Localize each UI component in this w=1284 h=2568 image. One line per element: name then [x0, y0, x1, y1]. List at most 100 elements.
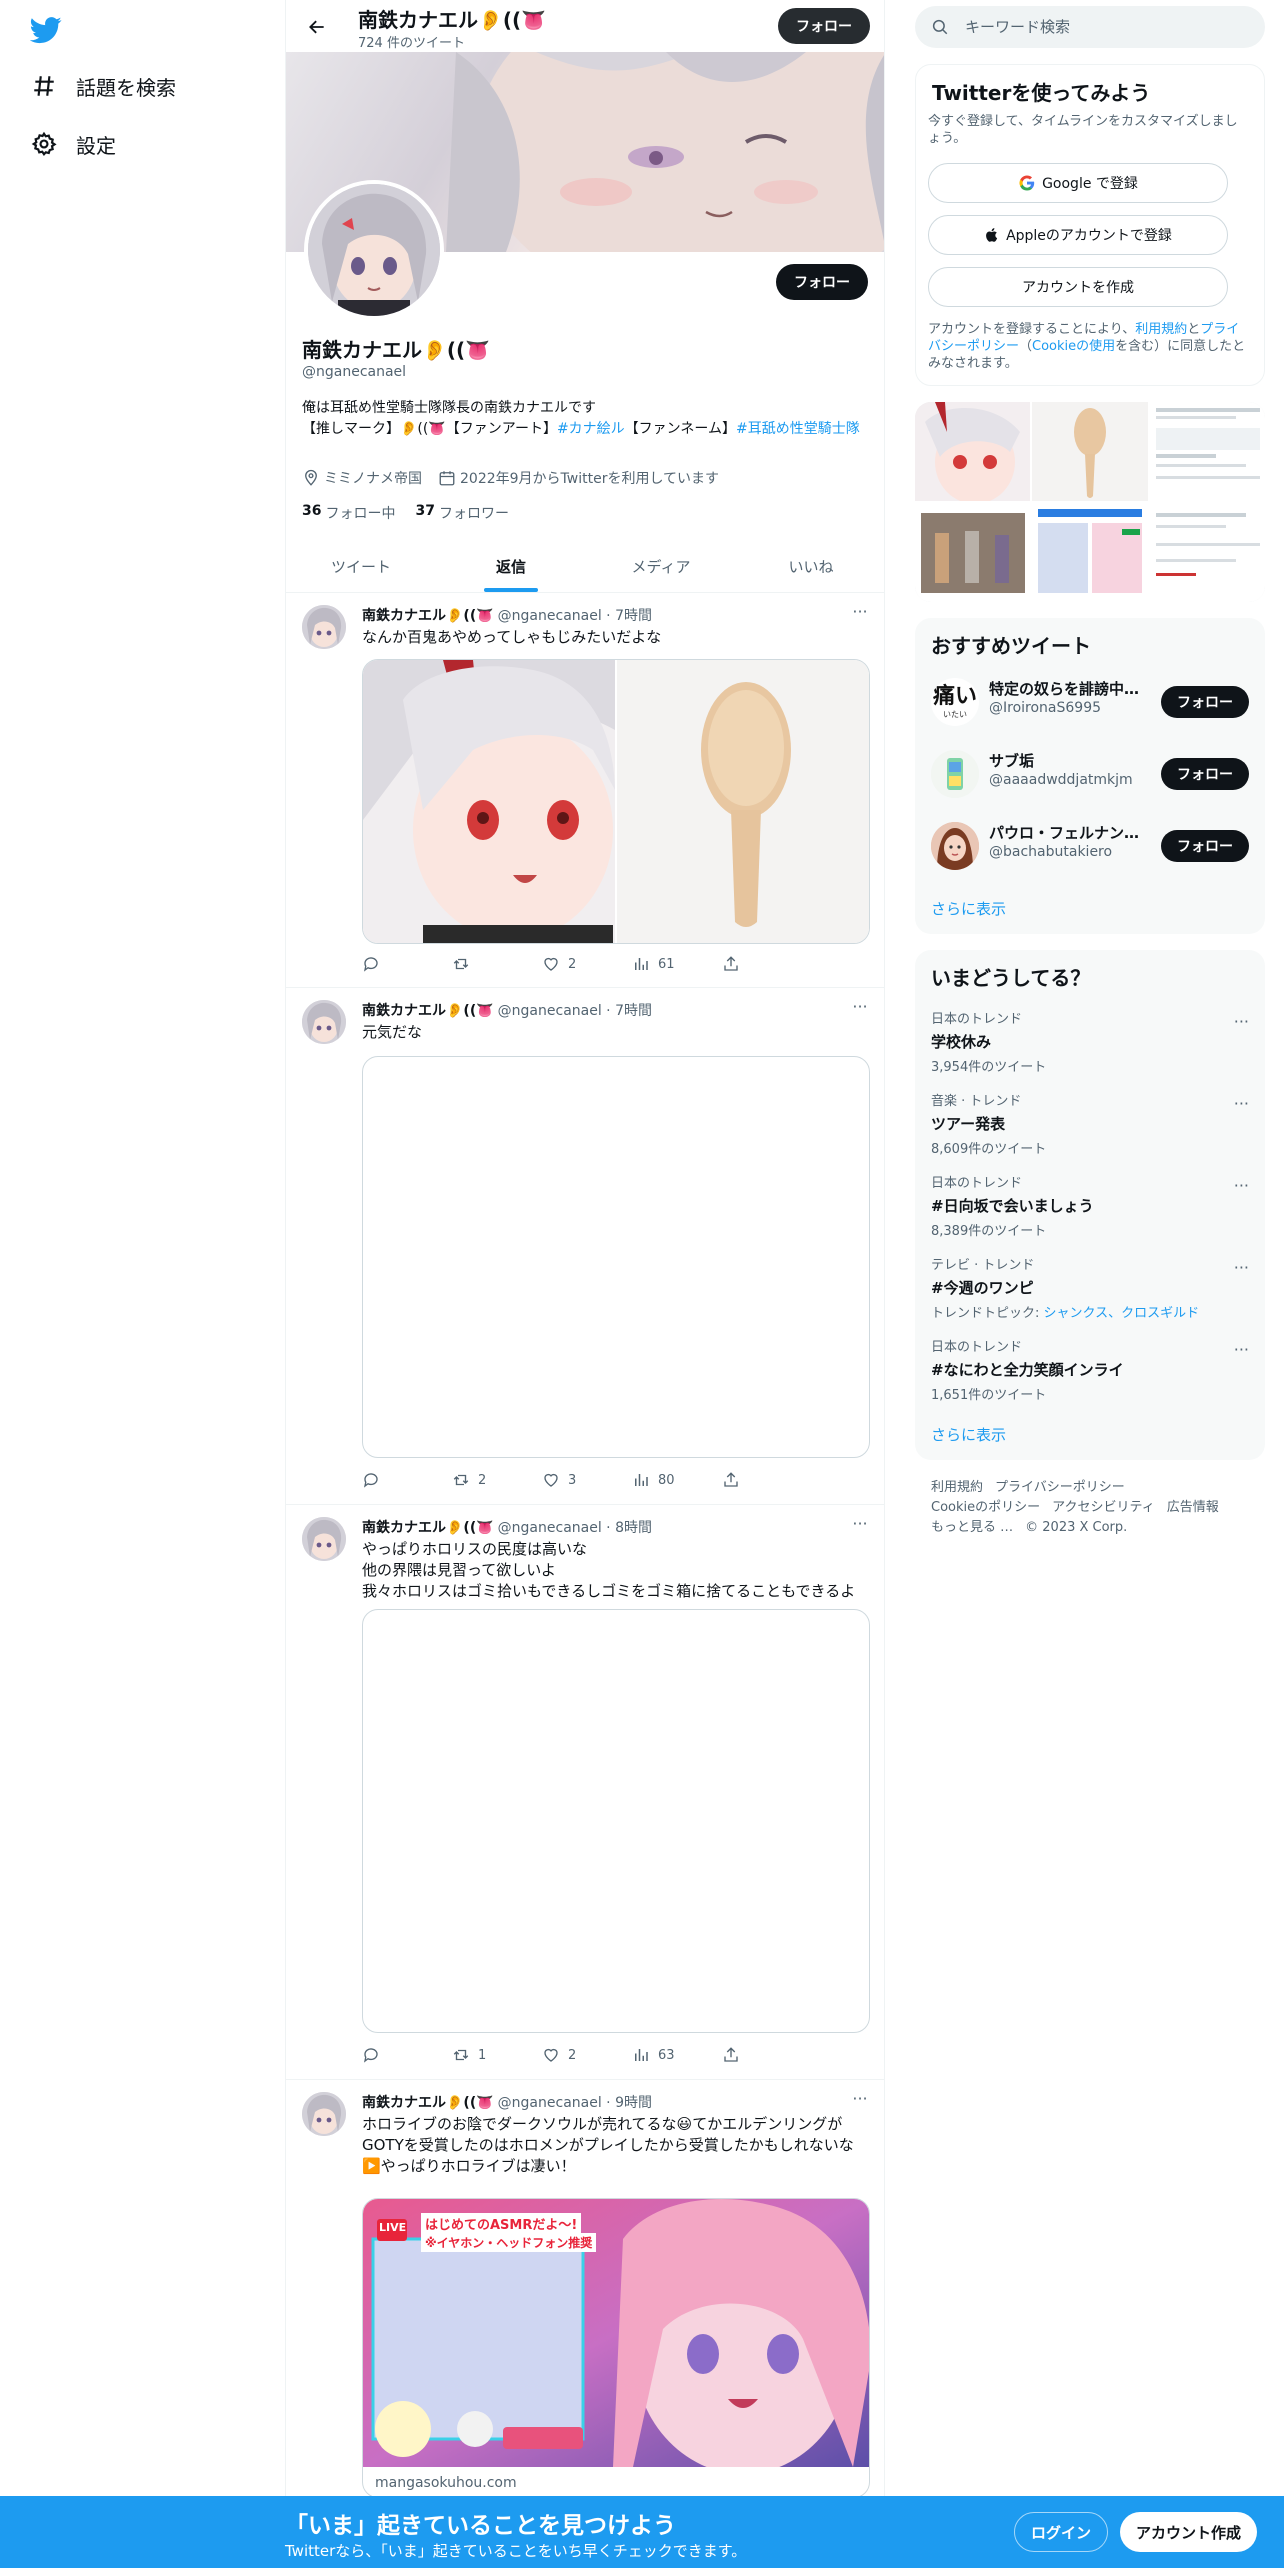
tweet[interactable]: 南鉄カナエル👂((👅 @nganecanael · 9時間 ··· ホロライブのお… [286, 2080, 884, 2568]
views-button[interactable]: 63 [632, 2046, 712, 2064]
tab-tweets[interactable]: ツイート [286, 540, 436, 592]
more-icon[interactable]: ··· [850, 2091, 870, 2112]
media-thumb[interactable] [1032, 402, 1148, 501]
tweet-author-name[interactable]: 南鉄カナエル👂((👅 [362, 2092, 494, 2112]
retweet-button[interactable]: 2 [452, 1471, 532, 1489]
trend-item[interactable]: 音楽 · トレンド ツアー発表 8,609件のツイート ··· [931, 1090, 1249, 1157]
media-thumb[interactable] [915, 503, 1031, 602]
cookie-link[interactable]: Cookieの使用 [1032, 339, 1115, 354]
recommended-user[interactable]: サブ垢 @aaaadwddjatmkjm フォロー [931, 744, 1249, 800]
tab-likes[interactable]: いいね [736, 540, 884, 592]
recommended-user-name[interactable]: サブ垢 [989, 750, 1139, 771]
like-button[interactable]: 2 [542, 2046, 622, 2064]
reply-button[interactable] [362, 1471, 442, 1489]
more-icon[interactable]: ··· [1234, 1258, 1249, 1277]
more-icon[interactable]: ··· [1234, 1094, 1249, 1113]
tweet-author-handle[interactable]: @nganecanael · 9時間 [498, 2092, 652, 2112]
follow-button[interactable]: フォロー [1161, 830, 1249, 862]
recommended-user-name[interactable]: 特定の奴らを誹謗中… [989, 678, 1139, 699]
bio-hashtag-link[interactable]: #カナ絵ル [557, 421, 625, 437]
tweet-avatar[interactable] [302, 2092, 346, 2136]
trend-item[interactable]: 日本のトレンド #なにわと全力笑顔インライ 1,651件のツイート ··· [931, 1336, 1249, 1403]
share-button[interactable] [722, 2046, 802, 2064]
tweet-author-name[interactable]: 南鉄カナエル👂((👅 [362, 1000, 494, 1020]
profile-follow-button[interactable]: フォロー [776, 264, 868, 300]
views-button[interactable]: 61 [632, 955, 712, 973]
recommended-user-name[interactable]: パウロ・フェルナン… [989, 822, 1139, 843]
media-thumb[interactable] [1149, 402, 1265, 501]
trend-item[interactable]: 日本のトレンド 学校休み 3,954件のツイート ··· [931, 1008, 1249, 1075]
recommended-show-more[interactable]: さらに表示 [931, 898, 1006, 919]
reply-button[interactable] [362, 955, 442, 973]
search-input[interactable] [965, 18, 1235, 36]
tweet[interactable]: 南鉄カナエル👂((👅 @nganecanael · 7時間 ··· なんか百鬼あや… [286, 593, 884, 988]
tab-media[interactable]: メディア [586, 540, 736, 592]
more-icon[interactable]: ··· [1234, 1176, 1249, 1195]
tweet-author-name[interactable]: 南鉄カナエル👂((👅 [362, 605, 494, 625]
link-card[interactable]: LIVE はじめてのASMRだよ～! ※イヤホン・ヘッドフォン推奨 mangas… [362, 2198, 870, 2498]
tweet-avatar[interactable] [302, 605, 346, 649]
tweet-media[interactable] [362, 1056, 870, 1458]
header-follow-button[interactable]: フォロー [778, 8, 870, 44]
terms-link[interactable]: 利用規約 [1135, 322, 1187, 337]
recommended-avatar[interactable]: 痛い いたい [931, 678, 979, 726]
share-button[interactable] [722, 955, 802, 973]
followers-link[interactable]: 37 フォロワー [415, 503, 508, 523]
recommended-user[interactable]: 痛い いたい 特定の奴らを誹謗中… @IroironaS6995 フォロー [931, 672, 1249, 728]
more-icon[interactable]: ··· [850, 999, 870, 1020]
apple-signup-button[interactable]: Appleのアカウントで登録 [928, 215, 1228, 255]
bio-hashtag-link[interactable]: #耳舐め性堂騎士隊 [736, 421, 860, 437]
back-arrow-icon[interactable] [300, 10, 334, 44]
reply-button[interactable] [362, 2046, 442, 2064]
google-signup-button[interactable]: Google で登録 [928, 163, 1228, 203]
views-button[interactable]: 80 [632, 1471, 712, 1489]
tweet[interactable]: 南鉄カナエル👂((👅 @nganecanael · 7時間 ··· 元気だな 2 … [286, 988, 884, 1505]
tweet-avatar[interactable] [302, 1517, 346, 1561]
footer-link-ads[interactable]: 広告情報 [1167, 1500, 1219, 1515]
tweet[interactable]: 南鉄カナエル👂((👅 @nganecanael · 8時間 ··· やっぱりホロリ… [286, 1505, 884, 2080]
more-icon[interactable]: ··· [1234, 1012, 1249, 1031]
more-icon[interactable]: ··· [1234, 1340, 1249, 1359]
recommended-avatar[interactable] [931, 822, 979, 870]
more-icon[interactable]: ··· [850, 1516, 870, 1537]
follow-button[interactable]: フォロー [1161, 758, 1249, 790]
following-link[interactable]: 36 フォロー中 [302, 503, 395, 523]
signup-button[interactable]: アカウント作成 [1120, 2512, 1258, 2552]
tweet-avatar[interactable] [302, 1000, 346, 1044]
footer-link-cookie[interactable]: Cookieのポリシー [931, 1500, 1040, 1515]
retweet-button[interactable]: 1 [452, 2046, 532, 2064]
share-button[interactable] [722, 1471, 802, 1489]
recommended-avatar[interactable] [931, 750, 979, 798]
follow-button[interactable]: フォロー [1161, 686, 1249, 718]
login-button[interactable]: ログイン [1014, 2512, 1109, 2552]
trends-show-more[interactable]: さらに表示 [931, 1424, 1006, 1445]
footer-link-privacy[interactable]: プライバシーポリシー [995, 1480, 1125, 1495]
trend-item[interactable]: 日本のトレンド #日向坂で会いましょう 8,389件のツイート ··· [931, 1172, 1249, 1239]
tweet-author-handle[interactable]: @nganecanael · 7時間 [498, 605, 652, 625]
media-thumb[interactable] [1032, 503, 1148, 602]
tab-replies[interactable]: 返信 [436, 540, 586, 592]
profile-avatar[interactable] [304, 180, 444, 320]
twitter-bird-icon[interactable] [29, 14, 62, 46]
more-icon[interactable]: ··· [850, 604, 870, 625]
search-box[interactable] [915, 6, 1265, 48]
tweet-author-handle[interactable]: @nganecanael · 8時間 [498, 1517, 652, 1537]
tweet-media[interactable] [362, 1609, 870, 2033]
nav-settings[interactable]: 設定 [30, 124, 116, 164]
create-account-button[interactable]: アカウントを作成 [928, 267, 1228, 307]
recommended-user[interactable]: パウロ・フェルナン… @bachabutakiero フォロー [931, 816, 1249, 872]
trend-item[interactable]: テレビ · トレンド #今週のワンピ トレンドトピック: シャンクス、クロスギル… [931, 1254, 1249, 1321]
media-thumb[interactable] [1149, 503, 1265, 602]
tweet-media[interactable] [362, 659, 870, 944]
tweet-author-handle[interactable]: @nganecanael · 7時間 [498, 1000, 652, 1020]
like-button[interactable]: 3 [542, 1471, 622, 1489]
media-thumb[interactable] [915, 402, 1031, 501]
retweet-button[interactable] [452, 955, 532, 973]
footer-link-more[interactable]: もっと見る … [931, 1520, 1013, 1535]
trend-topic-link[interactable]: シャンクス、クロスギルド [1044, 1306, 1200, 1321]
nav-explore[interactable]: 話題を検索 [30, 66, 176, 106]
tweet-author-name[interactable]: 南鉄カナエル👂((👅 [362, 1517, 494, 1537]
footer-link-terms[interactable]: 利用規約 [931, 1480, 983, 1495]
like-button[interactable]: 2 [542, 955, 622, 973]
footer-link-accessibility[interactable]: アクセシビリティ [1052, 1500, 1155, 1515]
